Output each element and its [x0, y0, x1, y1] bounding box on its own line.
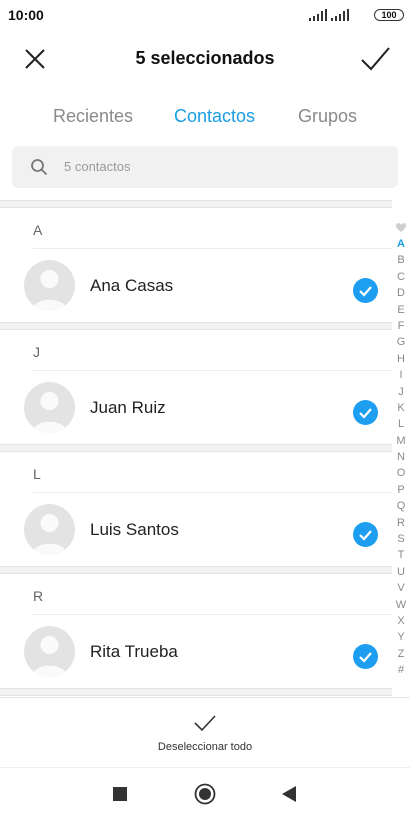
section-letter: R — [33, 588, 44, 604]
checkbox-checked-icon[interactable] — [353, 644, 378, 669]
check-icon — [194, 715, 216, 732]
list-item[interactable]: Luis Santos — [0, 493, 392, 566]
section-header: L — [0, 452, 392, 493]
alphabet-index-letter[interactable]: X — [392, 613, 410, 629]
status-bar: 10:00 100 — [0, 0, 410, 32]
status-time: 10:00 — [8, 7, 44, 23]
deselect-all-button[interactable]: Deseleccionar todo — [0, 697, 410, 767]
section-divider — [0, 200, 392, 208]
alphabet-index-letter[interactable]: F — [392, 318, 410, 334]
person-icon — [32, 636, 67, 677]
alphabet-index-letter[interactable]: S — [392, 531, 410, 547]
list-item[interactable]: Ana Casas — [0, 249, 392, 322]
alphabet-index-letter[interactable]: L — [392, 416, 410, 432]
alphabet-index-letter[interactable]: D — [392, 285, 410, 301]
alphabet-index-letter[interactable]: U — [392, 564, 410, 580]
alphabet-index-letter[interactable]: E — [392, 302, 410, 318]
alphabet-index-letter[interactable]: G — [392, 334, 410, 350]
alphabet-index-letter[interactable]: A — [392, 236, 410, 252]
contact-list: A Ana Casas J Juan Ruiz L Luis Santos R … — [0, 200, 392, 696]
list-item[interactable]: Juan Ruiz — [0, 371, 392, 444]
deselect-all-label: Deseleccionar todo — [157, 741, 253, 753]
alphabet-index-letter[interactable]: # — [392, 662, 410, 678]
section-letter: A — [33, 222, 43, 238]
battery-icon: 100 — [374, 9, 404, 21]
person-icon — [32, 514, 67, 555]
alphabet-index[interactable]: A B C D E F G H I J K L M N O P Q R S T U V W X Y Z # — [392, 220, 410, 679]
page-title: 5 seleccionados — [135, 48, 275, 68]
contact-name: Juan Ruiz — [90, 398, 166, 417]
alphabet-index-letter[interactable]: R — [392, 515, 410, 531]
list-item[interactable]: Rita Trueba — [0, 615, 392, 688]
alphabet-index-letter[interactable]: H — [392, 351, 410, 367]
alphabet-index-letter[interactable]: Z — [392, 646, 410, 662]
tab-contactos[interactable]: Contactos — [174, 106, 255, 127]
tab-grupos[interactable]: Grupos — [298, 106, 357, 127]
tab-bar: Recientes Contactos Grupos — [0, 100, 410, 136]
checkbox-checked-icon[interactable] — [353, 278, 378, 303]
section-divider — [0, 322, 392, 330]
alphabet-letters: A B C D E F G H I J K L M N O P Q R S T U V W X Y Z # — [392, 236, 410, 679]
alphabet-index-letter[interactable]: K — [392, 400, 410, 416]
avatar — [24, 382, 75, 433]
alphabet-index-letter[interactable]: J — [392, 384, 410, 400]
section-letter: J — [33, 344, 40, 360]
section-header: J — [0, 330, 392, 371]
navigation-bar — [0, 767, 410, 820]
favorites-heart-icon[interactable] — [392, 220, 410, 236]
alphabet-index-letter[interactable]: Y — [392, 629, 410, 645]
checkbox-checked-icon[interactable] — [353, 522, 378, 547]
person-icon — [32, 392, 67, 433]
tab-recientes[interactable]: Recientes — [53, 106, 133, 127]
section-header: R — [0, 574, 392, 615]
search-placeholder: 5 contactos — [64, 159, 131, 174]
battery-level: 100 — [381, 10, 397, 20]
alphabet-index-letter[interactable]: W — [392, 597, 410, 613]
alphabet-index-letter[interactable]: C — [392, 269, 410, 285]
avatar — [24, 260, 75, 311]
alphabet-index-letter[interactable]: O — [392, 465, 410, 481]
alphabet-index-letter[interactable]: Q — [392, 498, 410, 514]
alphabet-index-letter[interactable]: I — [392, 367, 410, 383]
alphabet-index-letter[interactable]: T — [392, 547, 410, 563]
alphabet-index-letter[interactable]: M — [392, 433, 410, 449]
avatar — [24, 504, 75, 555]
section-divider — [0, 688, 392, 696]
header: 5 seleccionados — [0, 32, 410, 88]
home-circle-icon[interactable] — [194, 783, 216, 805]
signal-icon — [331, 9, 349, 21]
contact-name: Rita Trueba — [90, 642, 178, 661]
section-divider — [0, 444, 392, 452]
signal-icon — [309, 9, 327, 21]
avatar — [24, 626, 75, 677]
alphabet-index-letter[interactable]: V — [392, 580, 410, 596]
section-divider — [0, 566, 392, 574]
alphabet-index-letter[interactable]: B — [392, 252, 410, 268]
recents-square-icon[interactable] — [113, 787, 127, 801]
person-icon — [32, 270, 67, 311]
section-letter: L — [33, 466, 41, 482]
search-icon — [31, 159, 48, 176]
section-header: A — [0, 208, 392, 249]
confirm-check-icon[interactable] — [358, 42, 392, 76]
checkbox-checked-icon[interactable] — [353, 400, 378, 425]
contact-name: Luis Santos — [90, 520, 179, 539]
back-triangle-icon[interactable] — [282, 786, 296, 802]
alphabet-index-letter[interactable]: N — [392, 449, 410, 465]
search-input[interactable]: 5 contactos — [12, 146, 398, 188]
alphabet-index-letter[interactable]: P — [392, 482, 410, 498]
contact-name: Ana Casas — [90, 276, 174, 295]
